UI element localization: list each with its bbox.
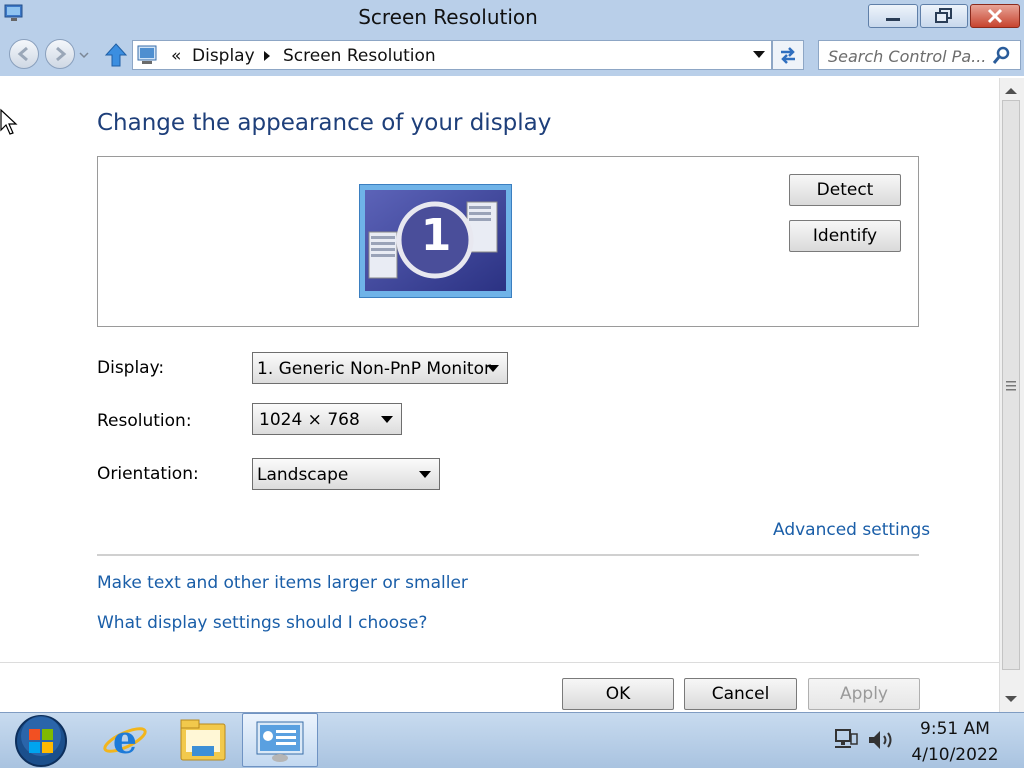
- minimize-button[interactable]: [868, 4, 918, 28]
- scroll-grip-icon: [1006, 381, 1016, 391]
- close-icon: [987, 8, 1003, 24]
- svg-text:e: e: [113, 717, 137, 762]
- scroll-down-icon[interactable]: [1004, 694, 1018, 704]
- start-orb-icon[interactable]: [14, 714, 68, 768]
- breadcrumb-screen-resolution[interactable]: Screen Resolution: [283, 46, 436, 66]
- internet-explorer-icon[interactable]: e: [100, 716, 150, 764]
- file-explorer-icon[interactable]: [178, 716, 228, 764]
- left-margin: [0, 76, 12, 712]
- identify-button[interactable]: Identify: [789, 220, 901, 252]
- breadcrumb-separator-icon[interactable]: [263, 50, 271, 62]
- cancel-button[interactable]: Cancel: [684, 678, 797, 710]
- resolution-label: Resolution:: [97, 411, 192, 431]
- minimize-icon: [886, 18, 900, 21]
- restore-button[interactable]: [920, 4, 968, 28]
- back-arrow-icon: [17, 46, 28, 62]
- forward-arrow-icon: [56, 46, 67, 62]
- window-title: Screen Resolution: [358, 5, 538, 29]
- clock-date[interactable]: 4/10/2022: [900, 745, 1010, 765]
- up-level-icon[interactable]: [104, 42, 128, 68]
- volume-icon[interactable]: [867, 728, 895, 752]
- forward-button[interactable]: [45, 39, 75, 69]
- detect-button[interactable]: Detect: [789, 174, 901, 206]
- orientation-label: Orientation:: [97, 464, 199, 484]
- resolution-dropdown-value: 1024 × 768: [259, 410, 360, 430]
- refresh-icon: [781, 47, 795, 64]
- breadcrumb-display[interactable]: Display: [192, 46, 255, 66]
- mouse-cursor-icon: [0, 108, 18, 135]
- scroll-up-icon[interactable]: [1004, 86, 1018, 96]
- breadcrumb-overflow[interactable]: «: [171, 46, 181, 66]
- display-settings-help-link[interactable]: What display settings should I choose?: [97, 613, 427, 633]
- address-dropdown-icon[interactable]: [752, 50, 766, 60]
- dropdown-arrow-icon: [487, 365, 499, 372]
- network-icon[interactable]: [833, 728, 859, 752]
- dropdown-arrow-icon: [419, 471, 431, 478]
- display-dropdown-value: 1. Generic Non-PnP Monitor: [257, 359, 491, 379]
- control-panel-icon: [137, 45, 157, 64]
- section-divider: [97, 554, 919, 556]
- display-label: Display:: [97, 358, 165, 378]
- close-button[interactable]: [970, 4, 1020, 28]
- restore-icon: [935, 8, 952, 23]
- orientation-dropdown-value: Landscape: [257, 465, 349, 485]
- advanced-settings-link[interactable]: Advanced settings: [773, 520, 930, 540]
- orientation-dropdown[interactable]: Landscape: [252, 458, 440, 490]
- control-panel-display-icon: [256, 721, 304, 762]
- text-size-link[interactable]: Make text and other items larger or smal…: [97, 573, 468, 593]
- monitor-number: 1: [420, 210, 452, 261]
- display-dropdown[interactable]: 1. Generic Non-PnP Monitor: [252, 352, 508, 384]
- clock-time[interactable]: 9:51 AM: [900, 719, 1010, 739]
- footer-divider: [0, 662, 999, 663]
- search-icon[interactable]: [991, 45, 1013, 67]
- dropdown-arrow-icon: [381, 416, 393, 423]
- ok-button[interactable]: OK: [562, 678, 674, 710]
- back-button[interactable]: [9, 39, 39, 69]
- recent-pages-chevron-icon[interactable]: [78, 50, 90, 60]
- page-heading: Change the appearance of your display: [97, 110, 552, 136]
- resolution-dropdown[interactable]: 1024 × 768: [252, 403, 402, 435]
- search-placeholder[interactable]: Search Control Pa...: [828, 47, 986, 66]
- refresh-button[interactable]: [772, 40, 804, 70]
- apply-button[interactable]: Apply: [808, 678, 920, 710]
